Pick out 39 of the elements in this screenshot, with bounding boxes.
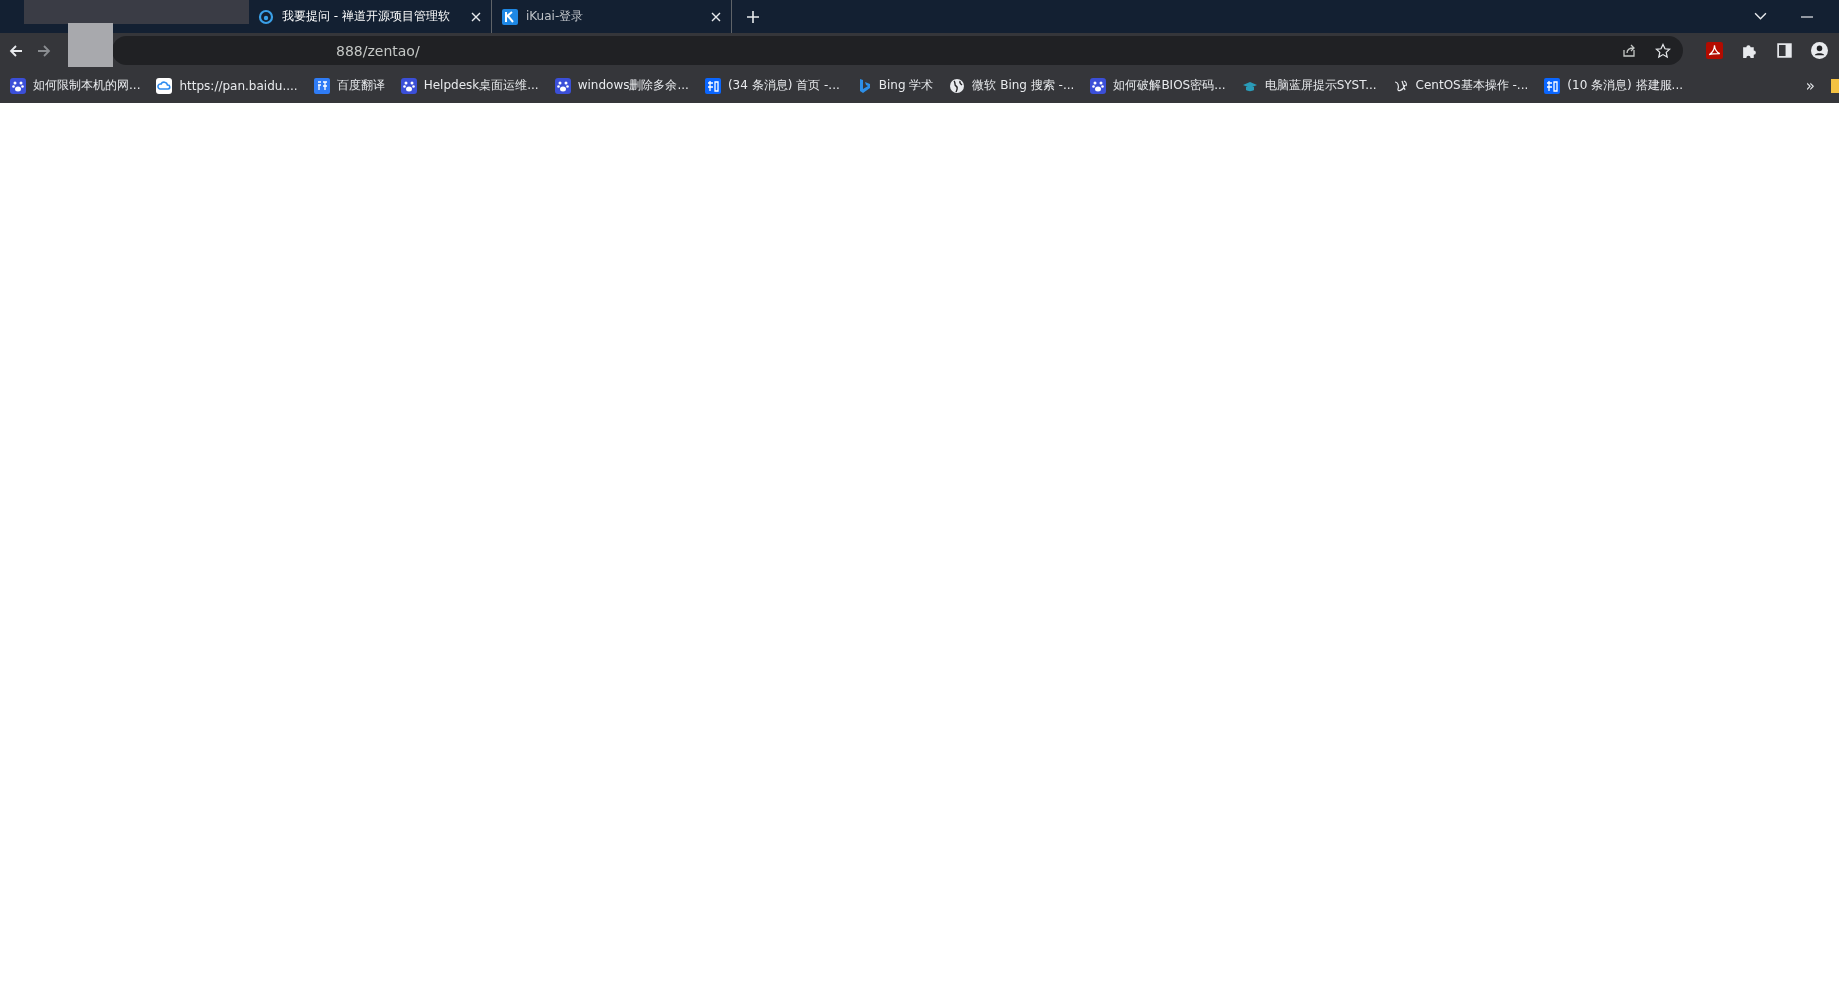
bookmark-item[interactable]: 如何破解BIOS密码... (1090, 77, 1226, 94)
zhihu-icon (704, 77, 721, 94)
bookmark-item[interactable]: 如何限制本机的网... (10, 77, 141, 94)
bookmark-item[interactable]: (34 条消息) 首页 -... (704, 77, 840, 94)
share-icon[interactable] (1621, 42, 1637, 59)
bookmark-item[interactable]: CentOS基本操作 -... (1392, 77, 1529, 94)
more-bookmarks-button[interactable]: » (1805, 76, 1815, 95)
forward-arrow-icon[interactable] (36, 42, 52, 59)
paw-icon (554, 77, 571, 94)
bookmark-item[interactable]: Bing 学术 (855, 77, 934, 94)
minimize-icon[interactable] (1801, 15, 1813, 18)
address-bar[interactable]: 888/zentao/ (112, 36, 1683, 65)
folder-icon[interactable] (1831, 78, 1839, 93)
bookmark-item[interactable]: 微软 Bing 搜索 -... (949, 77, 1075, 94)
close-icon[interactable] (711, 11, 721, 22)
back-arrow-icon[interactable] (8, 42, 24, 59)
pdf-icon[interactable] (1706, 42, 1723, 59)
bookmark-item[interactable]: https://pan.baidu.... (156, 77, 298, 94)
paw-icon (400, 77, 417, 94)
chevron-down-icon[interactable] (1754, 12, 1767, 21)
letter-k-icon (502, 8, 518, 25)
cloud-icon (156, 77, 173, 94)
bookmark-item[interactable]: windows删除多余... (554, 77, 689, 94)
bookmark-item[interactable]: Helpdesk桌面运维... (400, 77, 539, 94)
zhihu-icon (1544, 77, 1561, 94)
bookmark-item[interactable]: 百度翻译 (313, 77, 385, 94)
star-icon[interactable] (1655, 42, 1671, 59)
profile-icon[interactable] (1811, 42, 1828, 59)
bookmark-item[interactable]: (10 条消息) 搭建服... (1544, 77, 1684, 94)
close-icon[interactable] (471, 11, 481, 22)
bookmark-item[interactable]: 电脑蓝屏提示SYST... (1241, 77, 1377, 94)
swirl-icon (258, 8, 274, 25)
puzzle-icon[interactable] (1741, 42, 1758, 59)
paw-icon (1090, 77, 1107, 94)
translate-icon (313, 77, 330, 94)
new-tab-icon[interactable] (746, 9, 760, 24)
side-panel-icon[interactable] (1776, 42, 1793, 59)
paw-icon (10, 77, 26, 94)
globe-icon (949, 77, 966, 94)
